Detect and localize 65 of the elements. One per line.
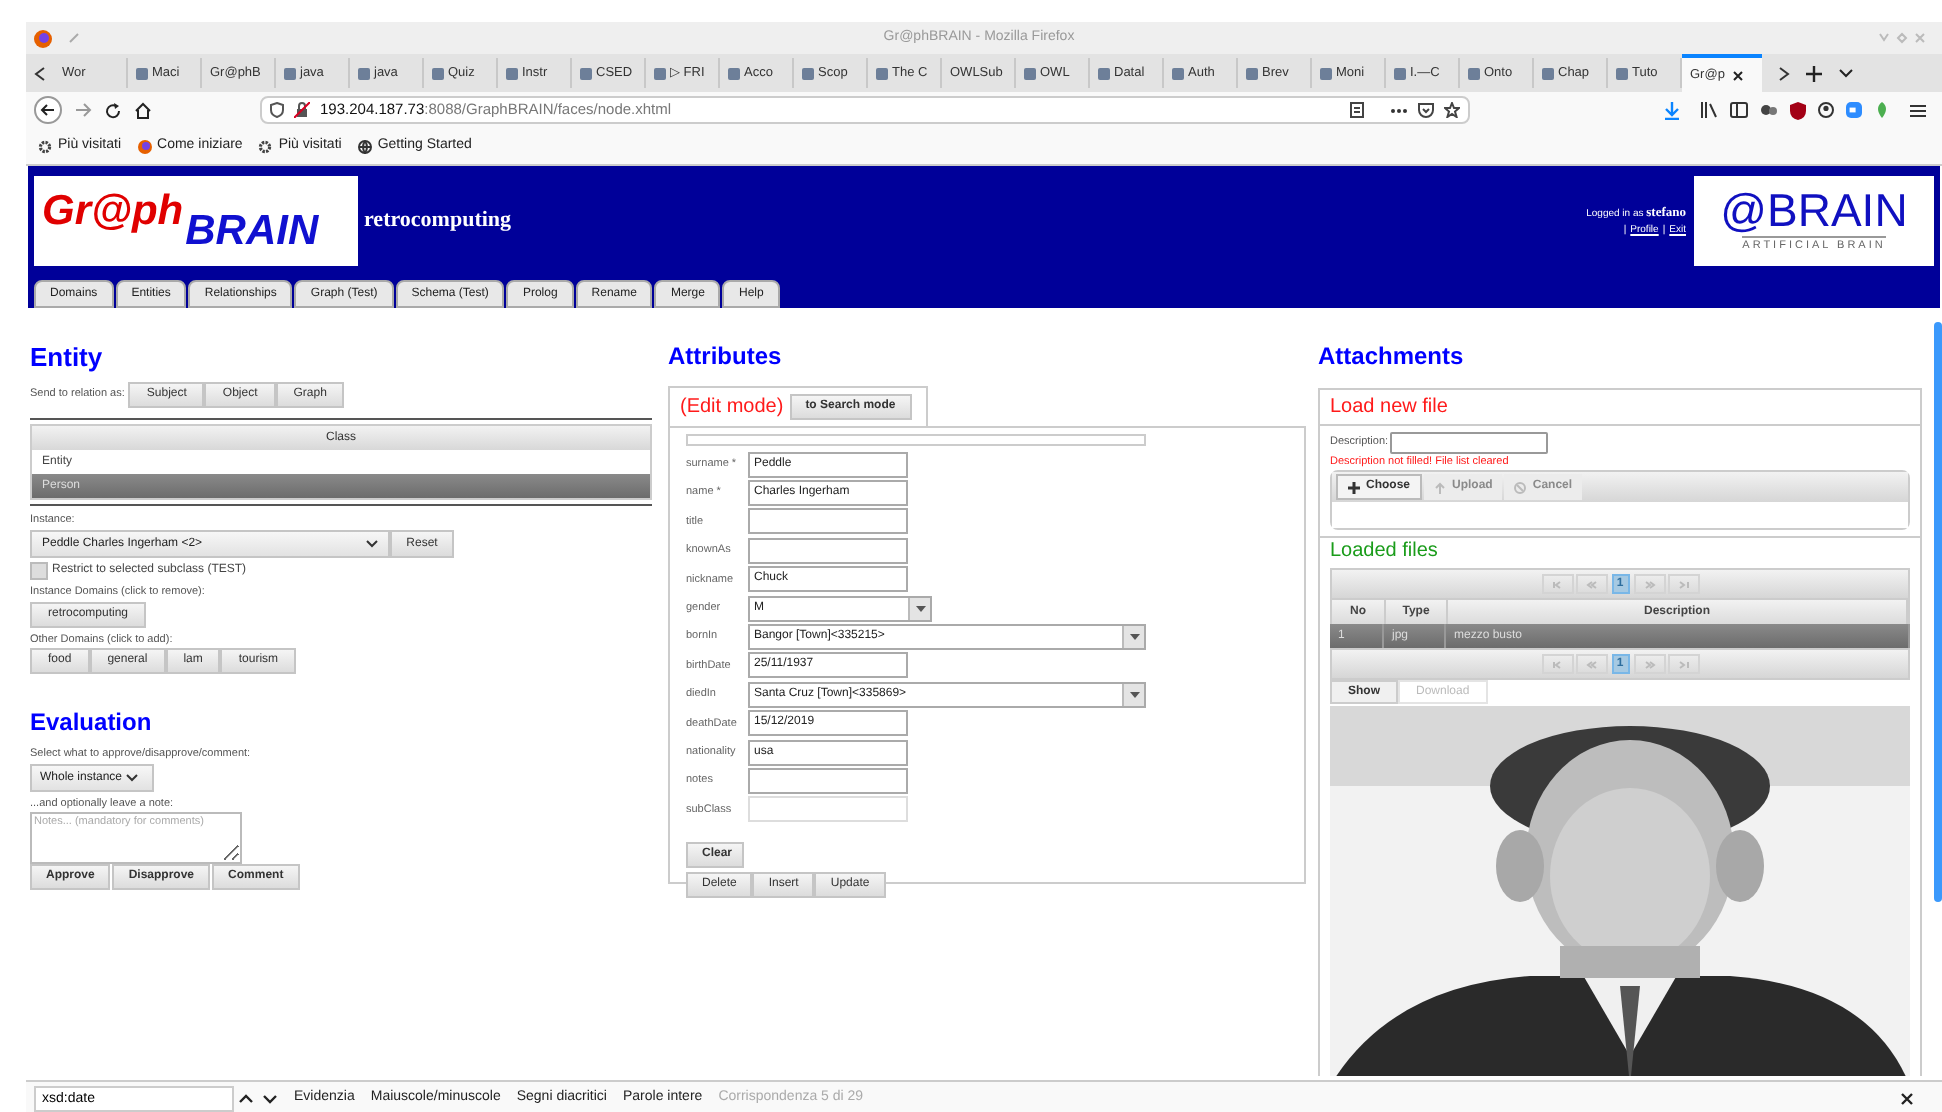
new-tab-icon[interactable] [1806, 65, 1822, 81]
section-heading: Entity [30, 344, 105, 370]
first-page-icon [1551, 579, 1563, 590]
scroll-left-icon[interactable] [34, 65, 46, 81]
home-icon[interactable] [134, 101, 152, 119]
tab-list-icon[interactable] [1838, 68, 1854, 78]
scrollbar-thumb[interactable] [1934, 322, 1942, 902]
star-icon[interactable] [1444, 102, 1460, 118]
previous-page-icon [1585, 659, 1597, 670]
sidebar-icon[interactable] [1730, 102, 1748, 118]
chevron-icon [126, 774, 139, 782]
plus-icon [1348, 481, 1360, 494]
logo: Gr@phBRAIN [34, 176, 358, 266]
last-page-icon [1677, 659, 1689, 670]
previous-match-icon[interactable] [238, 1094, 254, 1104]
back-icon[interactable] [34, 96, 62, 124]
shield-icon [270, 102, 284, 118]
close-icon[interactable] [1900, 1092, 1914, 1106]
gear-icon [258, 139, 273, 153]
next-match-icon[interactable] [262, 1094, 278, 1104]
mode-label: (Edit mode) [680, 394, 784, 422]
zoom-app-icon[interactable] [1846, 102, 1862, 118]
globe-icon [357, 139, 372, 153]
last-page-icon [1677, 579, 1689, 590]
next-page-icon [1643, 579, 1655, 590]
next-page-icon [1643, 659, 1655, 670]
chevron-icon [366, 540, 378, 549]
insecure-lock-icon [294, 102, 310, 118]
firefox-icon [137, 139, 152, 153]
library-icon[interactable] [1700, 102, 1718, 118]
reload-icon[interactable] [104, 101, 122, 119]
description-field[interactable] [1390, 432, 1549, 454]
download-icon[interactable] [1664, 101, 1680, 119]
close-icon[interactable] [1732, 69, 1745, 81]
pocket-icon[interactable] [1418, 102, 1434, 118]
firefox-icon [34, 29, 52, 47]
cancel-icon [1514, 481, 1527, 494]
domain-title: retrocomputing [364, 206, 512, 237]
checkbox[interactable] [30, 562, 48, 581]
shield-badge-icon[interactable] [1790, 101, 1806, 119]
reader-view-icon[interactable] [1350, 102, 1364, 118]
section-heading: Evaluation [30, 709, 154, 734]
panel-title: Loaded files [1330, 542, 1440, 563]
previous-page-icon [1585, 579, 1597, 590]
dropdown-icon [915, 605, 925, 612]
more-icon[interactable] [1390, 107, 1408, 113]
menu-icon[interactable] [1910, 103, 1926, 117]
dropdown-icon [1129, 691, 1139, 698]
gear-icon [38, 139, 52, 153]
extension-icon[interactable] [1760, 102, 1778, 118]
upload-icon [1434, 481, 1447, 494]
text-field[interactable] [748, 508, 908, 535]
panel-title: Load new file [1320, 390, 1920, 426]
text-field[interactable] [748, 537, 908, 564]
window-controls-icon [1878, 32, 1926, 44]
account-icon[interactable] [1818, 102, 1834, 118]
pin-icon [68, 32, 80, 44]
section-heading: Attachments [1318, 344, 1466, 368]
first-page-icon [1551, 659, 1563, 670]
leaf-icon[interactable] [1874, 101, 1890, 119]
forward-icon[interactable] [74, 102, 92, 118]
section-heading: Attributes [668, 344, 784, 368]
text-field[interactable] [748, 767, 908, 794]
scroll-right-icon[interactable] [1778, 65, 1790, 81]
dropdown-icon [1129, 634, 1139, 641]
